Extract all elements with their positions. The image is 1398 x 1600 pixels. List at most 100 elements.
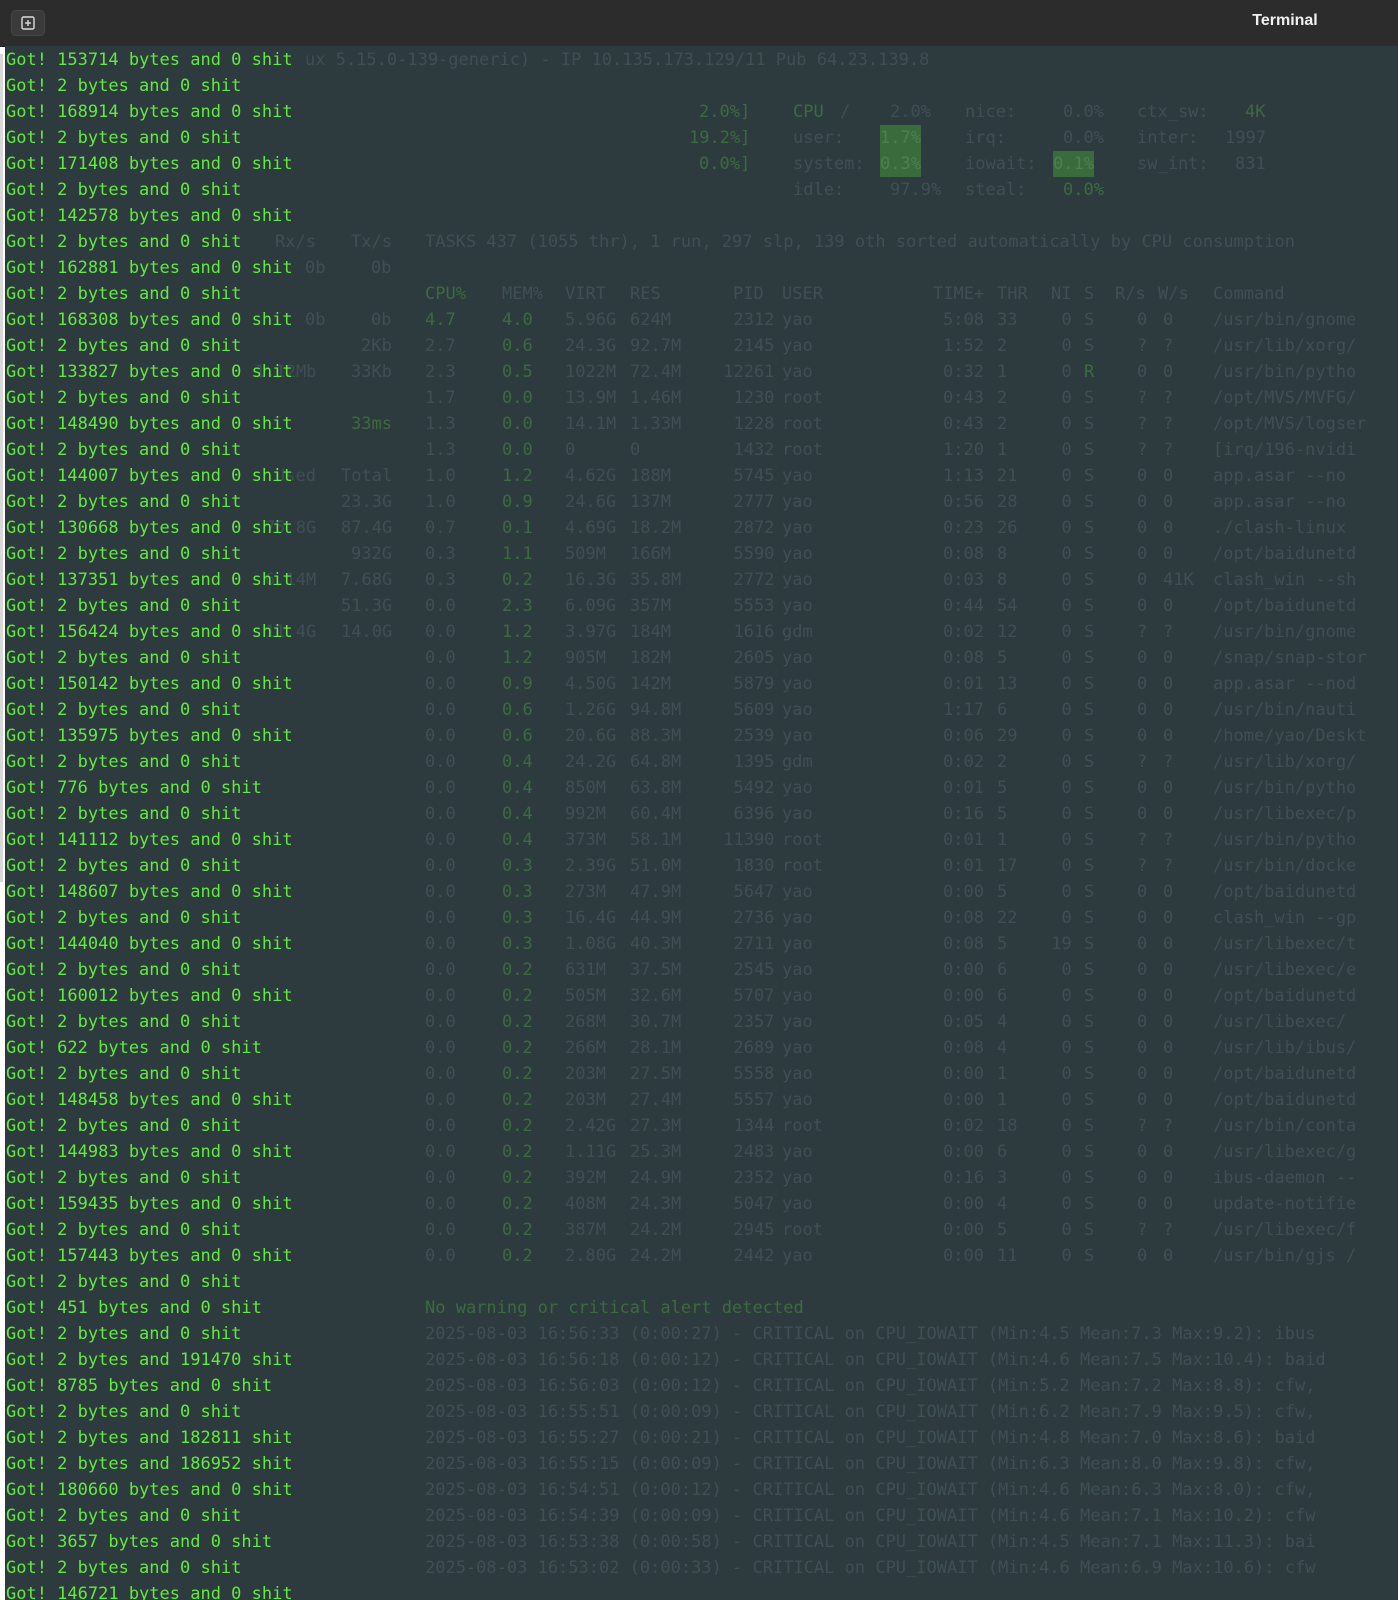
- glances-text: 0: [1041, 1038, 1072, 1058]
- glances-text: S: [1084, 336, 1095, 356]
- glances-text: 1.0: [425, 466, 456, 486]
- glances-text: 0: [1163, 1194, 1174, 1214]
- glances-text: 0: [1041, 648, 1072, 668]
- glances-text: 1: [997, 1090, 1008, 1110]
- output-line: Got! 2 bytes and 0 shit: [6, 284, 242, 304]
- glances-text: 37.5M: [630, 960, 682, 980]
- glances-text: irq:: [965, 128, 1006, 148]
- glances-text: 2025-08-03 16:56:18 (0:00:12) - CRITICAL…: [425, 1350, 1326, 1370]
- glances-text: 18.2M: [630, 518, 682, 538]
- glances-text: S: [1084, 544, 1095, 564]
- glances-text: 0:05: [943, 1012, 984, 1032]
- output-line: Got! 148607 bytes and 0 shit: [6, 882, 293, 902]
- new-tab-button[interactable]: [11, 10, 45, 36]
- glances-text: 0: [1137, 726, 1148, 746]
- glances-text: 24.2M: [630, 1246, 682, 1266]
- glances-text: 92.7M: [630, 336, 682, 356]
- glances-text: update-notifie: [1213, 1194, 1357, 1214]
- glances-text: 2025-08-03 16:53:38 (0:00:58) - CRITICAL…: [425, 1532, 1316, 1552]
- title-bar: Terminal: [0, 0, 1398, 47]
- glances-text: 1.2: [502, 466, 533, 486]
- glances-text: 27.4M: [630, 1090, 682, 1110]
- glances-text: ?: [1163, 414, 1174, 434]
- glances-text: 4: [997, 1038, 1008, 1058]
- terminal-view[interactable]: ux 5.15.0-139-generic) - IP 10.135.173.1…: [5, 46, 1398, 1600]
- glances-text: 0: [1041, 1064, 1072, 1084]
- glances-text: 0b: [371, 258, 392, 278]
- glances-text: 2357: [713, 1012, 775, 1032]
- glances-text: user:: [793, 128, 845, 148]
- glances-text: S: [1084, 440, 1095, 460]
- glances-text: 0b: [305, 310, 326, 330]
- glances-text: 0.9: [502, 492, 533, 512]
- glances-text: S: [1084, 1064, 1095, 1084]
- glances-text: 63.8M: [630, 778, 682, 798]
- glances-text: 1:17: [943, 700, 984, 720]
- glances-text: 0.2: [502, 1038, 533, 1058]
- glances-text: root: [782, 1116, 823, 1136]
- glances-text: 0:00: [943, 1220, 984, 1240]
- glances-text: S: [1084, 1012, 1095, 1032]
- glances-text: 4: [997, 1012, 1008, 1032]
- glances-text: 0.0: [425, 1116, 456, 1136]
- glances-text: 166M: [630, 544, 671, 564]
- output-line: Got! 135975 bytes and 0 shit: [6, 726, 293, 746]
- glances-text: 0.0: [425, 934, 456, 954]
- glances-text: 0: [1041, 518, 1072, 538]
- glances-text: 0.3%: [880, 151, 921, 177]
- glances-text: yao: [782, 778, 813, 798]
- glances-text: 0b: [305, 258, 326, 278]
- glances-text: 24.2G: [565, 752, 617, 772]
- glances-text: 0.2: [502, 1064, 533, 1084]
- glances-text: 0.3: [502, 882, 533, 902]
- glances-text: 0: [1041, 882, 1072, 902]
- glances-text: 24.3G: [565, 336, 617, 356]
- glances-text: 0: [1041, 752, 1072, 772]
- glances-text: 2352: [713, 1168, 775, 1188]
- glances-text: USER: [782, 284, 823, 304]
- glances-text: yao: [782, 544, 813, 564]
- glances-text: 0: [1041, 414, 1072, 434]
- glances-text: 0: [1041, 440, 1072, 460]
- glances-text: 0.0: [502, 440, 533, 460]
- glances-text: ux 5.15.0-139-generic) - IP 10.135.173.1…: [305, 50, 930, 70]
- output-line: Got! 2 bytes and 0 shit: [6, 1558, 242, 1578]
- output-line: Got! 2 bytes and 0 shit: [6, 960, 242, 980]
- glances-text: 0:00: [943, 986, 984, 1006]
- glances-text: S: [1084, 518, 1095, 538]
- glances-text: ?: [1137, 1116, 1148, 1136]
- glances-text: 14.0G: [341, 622, 393, 642]
- glances-text: 0.0: [425, 1012, 456, 1032]
- glances-text: Total: [341, 466, 393, 486]
- glances-text: 13: [997, 674, 1018, 694]
- glances-text: 0.1%: [1053, 151, 1094, 177]
- glances-text: S: [1084, 596, 1095, 616]
- glances-text: 2.3: [502, 596, 533, 616]
- glances-text: 7.68G: [341, 570, 393, 590]
- glances-text: 0: [1137, 1090, 1148, 1110]
- glances-text: 2025-08-03 16:55:15 (0:00:09) - CRITICAL…: [425, 1454, 1316, 1474]
- glances-text: 0.0: [425, 882, 456, 902]
- glances-text: 1.3: [425, 440, 456, 460]
- glances-text: 0: [1137, 908, 1148, 928]
- glances-text: ?: [1163, 336, 1174, 356]
- glances-text: 12: [997, 622, 1018, 642]
- glances-text: 0: [1041, 1116, 1072, 1136]
- output-line: Got! 2 bytes and 0 shit: [6, 856, 242, 876]
- glances-text: root: [782, 388, 823, 408]
- glances-text: 0: [1137, 518, 1148, 538]
- glances-text: 29: [997, 726, 1018, 746]
- glances-text: 0: [1041, 1194, 1072, 1214]
- glances-text: 1.08G: [565, 934, 617, 954]
- glances-text: 0.2: [502, 570, 533, 590]
- glances-text: 905M: [565, 648, 606, 668]
- glances-text: 1395: [713, 752, 775, 772]
- glances-text: yao: [782, 674, 813, 694]
- glances-text: S: [1084, 1246, 1095, 1266]
- glances-text: 0: [1137, 882, 1148, 902]
- glances-text: root: [782, 440, 823, 460]
- glances-text: 35.8M: [630, 570, 682, 590]
- glances-text: 0: [1163, 1012, 1174, 1032]
- glances-text: 0: [1041, 1142, 1072, 1162]
- output-line: Got! 2 bytes and 186952 shit: [6, 1454, 293, 1474]
